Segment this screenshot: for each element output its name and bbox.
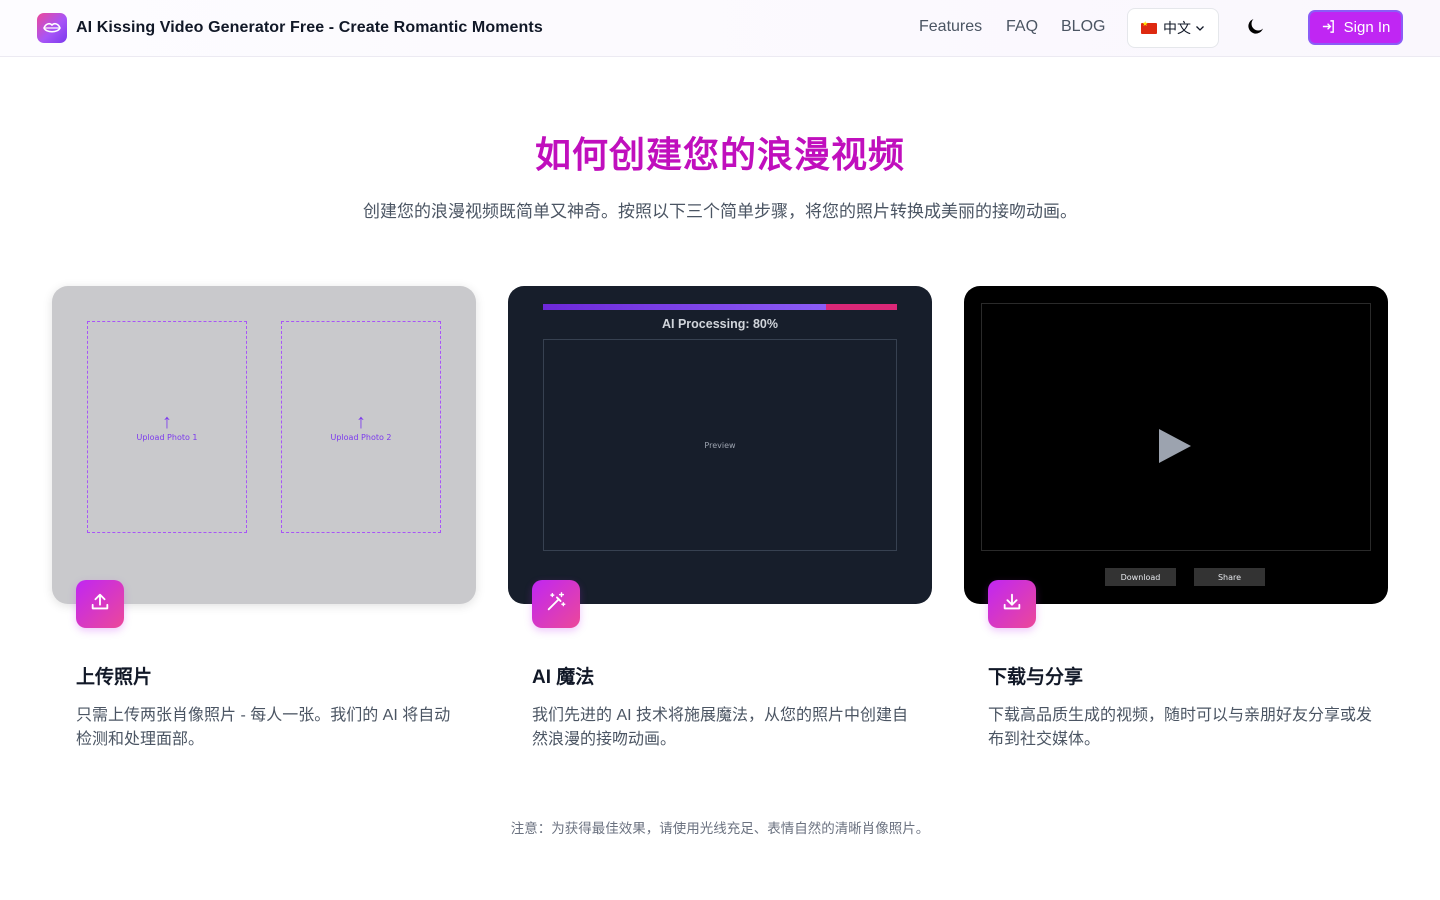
theme-toggle-button[interactable]	[1240, 12, 1272, 44]
china-flag-icon	[1141, 20, 1157, 34]
section-subtitle: 创建您的浪漫视频既简单又神奇。按照以下三个简单步骤，将您的照片转换成美丽的接吻动…	[363, 202, 1077, 221]
step-card-upload: ↑ Upload Photo 1 ↑ Upload Photo 2 上传照片 只…	[52, 286, 476, 748]
download-icon	[1001, 591, 1023, 618]
step-title: 下载与分享	[988, 667, 1084, 688]
language-select[interactable]: 中文	[1127, 8, 1219, 48]
step-title: 上传照片	[76, 667, 153, 688]
step-card-download: Download Share 下载与分享 下载高品质生成的视频，随时可以与亲朋好…	[964, 286, 1388, 748]
lips-icon	[37, 13, 67, 43]
ai-processing-illustration: AI Processing: 80% Preview	[508, 286, 932, 604]
sign-in-button[interactable]: Sign In	[1308, 10, 1403, 45]
step-description: 我们先进的 AI 技术将施展魔法，从您的照片中创建自然浪漫的接吻动画。	[532, 707, 909, 748]
nav-faq[interactable]: FAQ	[1006, 18, 1038, 36]
step-download-badge	[988, 580, 1036, 628]
site-title: AI Kissing Video Generator Free - Create…	[76, 19, 543, 36]
nav-blog[interactable]: BLOG	[1061, 18, 1105, 36]
step-card-ai: AI Processing: 80% Preview AI 魔法 我们先进的 A…	[508, 286, 932, 748]
sign-in-icon	[1321, 19, 1336, 37]
video-illustration: Download Share	[964, 286, 1388, 604]
tips-note: 注意：为获得最佳效果，请使用光线充足、表情自然的清晰肖像照片。	[510, 821, 930, 836]
step-ai-badge	[532, 580, 580, 628]
upload-icon	[89, 591, 111, 618]
nav-features[interactable]: Features	[919, 18, 982, 36]
step-upload-badge	[76, 580, 124, 628]
preview-frame: Preview	[543, 339, 897, 551]
language-label: 中文	[1163, 20, 1191, 36]
sign-in-label: Sign In	[1343, 19, 1391, 36]
upload-slot-label: Upload Photo 1	[136, 432, 198, 442]
upload-slot-2: ↑ Upload Photo 2	[281, 321, 441, 533]
brand[interactable]: AI Kissing Video Generator Free - Create…	[37, 13, 543, 43]
chevron-down-icon	[1194, 22, 1206, 34]
arrow-up-icon: ↑	[162, 410, 172, 433]
upload-slot-label: Upload Photo 2	[330, 432, 392, 442]
step-description: 只需上传两张肖像照片 - 每人一张。我们的 AI 将自动检测和处理面部。	[76, 707, 451, 748]
upload-illustration: ↑ Upload Photo 1 ↑ Upload Photo 2	[52, 286, 476, 604]
preview-label: Preview	[704, 440, 736, 450]
progress-fill	[543, 304, 827, 310]
step-description: 下载高品质生成的视频，随时可以与亲朋好友分享或发布到社交媒体。	[988, 707, 1373, 748]
share-button: Share	[1194, 568, 1265, 586]
progress-bar	[543, 304, 897, 310]
site-header: AI Kissing Video Generator Free - Create…	[0, 0, 1440, 57]
section-title: 如何创建您的浪漫视频	[534, 134, 905, 175]
progress-label: AI Processing: 80%	[661, 317, 778, 331]
step-title: AI 魔法	[532, 667, 595, 688]
play-icon	[1157, 427, 1193, 470]
arrow-up-icon: ↑	[356, 410, 366, 433]
upload-slot-1: ↑ Upload Photo 1	[87, 321, 247, 533]
download-button: Download	[1105, 568, 1176, 586]
moon-icon	[1246, 16, 1266, 41]
magic-wand-icon	[545, 591, 567, 618]
